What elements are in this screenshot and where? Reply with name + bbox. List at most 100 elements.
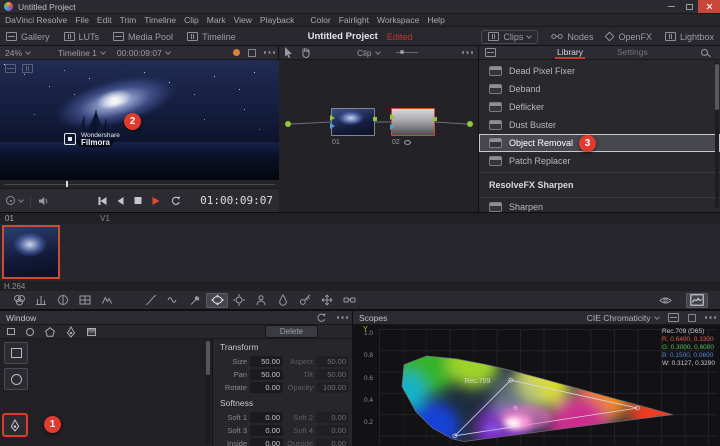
pan-value[interactable]: 50.00 — [250, 369, 283, 380]
node-02-alpha-input[interactable] — [390, 124, 395, 130]
cursor-tool-icon[interactable] — [284, 47, 293, 58]
viewer-canvas[interactable]: Wondershare Filmora 2 — [0, 60, 279, 180]
size-value[interactable]: 50.00 — [250, 356, 283, 367]
scope-layout-icon[interactable] — [668, 313, 679, 322]
square-window-icon[interactable] — [7, 328, 15, 335]
menu-item-mark[interactable]: Mark — [207, 15, 226, 25]
node-view-select[interactable]: Clip — [357, 48, 380, 58]
node-01-rgb-input[interactable] — [330, 115, 335, 121]
rotate-value[interactable]: 0.00 — [250, 382, 283, 393]
curves-icon[interactable] — [140, 293, 162, 308]
image-wipe-icon[interactable] — [22, 64, 33, 73]
library-scrollbar[interactable] — [715, 62, 719, 208]
opacity-value[interactable]: 100.00 — [316, 382, 349, 393]
scrollbar-thumb[interactable] — [206, 341, 210, 375]
close-button[interactable] — [698, 0, 720, 13]
menu-item-workspace[interactable]: Workspace — [377, 15, 419, 25]
viewer-settings-button[interactable] — [6, 196, 23, 205]
split-screen-icon[interactable] — [5, 64, 16, 73]
window-options-icon[interactable] — [337, 316, 340, 319]
curve-window-icon[interactable] — [66, 326, 76, 338]
tracker-icon[interactable] — [228, 293, 250, 308]
aspect-value[interactable]: 50.00 — [316, 356, 349, 367]
node-02-output[interactable] — [433, 117, 437, 121]
timeline-clip-thumbnail[interactable] — [2, 225, 60, 279]
node-01-alpha-input[interactable] — [330, 123, 335, 129]
node-zoom-slider[interactable] — [396, 52, 418, 53]
media-pool-button[interactable]: Media Pool — [113, 32, 173, 42]
bypass-grades-icon[interactable] — [654, 293, 676, 308]
polygon-window-icon[interactable] — [45, 327, 55, 337]
stereo-3d-icon[interactable] — [338, 293, 360, 308]
blur-icon[interactable] — [272, 293, 294, 308]
menu-item-fairlight[interactable]: Fairlight — [339, 15, 369, 25]
sizing-icon[interactable] — [316, 293, 338, 308]
menu-item-color[interactable]: Color — [310, 15, 330, 25]
minimize-button[interactable] — [662, 0, 680, 13]
play-button[interactable] — [152, 197, 159, 205]
tab-settings[interactable]: Settings — [615, 46, 650, 59]
hue-curves-icon[interactable] — [162, 293, 184, 308]
scopes-toggle-icon[interactable] — [686, 293, 708, 308]
library-item[interactable]: Deband — [479, 80, 720, 98]
menu-item-playback[interactable]: Playback — [260, 15, 295, 25]
library-item-selected[interactable]: Object Removal 3 — [479, 134, 720, 152]
viewer-scrub-bar[interactable] — [0, 180, 279, 188]
power-window-icon[interactable] — [206, 293, 228, 308]
outside-value[interactable]: 0.00 — [316, 438, 349, 446]
scope-options-icon[interactable] — [705, 316, 708, 319]
clips-toggle-button[interactable]: Clips — [481, 30, 538, 44]
inside-value[interactable]: 0.00 — [250, 438, 283, 446]
luts-button[interactable]: LUTs — [64, 32, 100, 42]
play-reverse-button[interactable] — [117, 197, 123, 205]
viewer-options-menu-icon[interactable] — [264, 51, 267, 54]
library-item[interactable]: Sharpen — [479, 198, 720, 212]
soft4-value[interactable]: 0.00 — [316, 425, 349, 436]
soft3-value[interactable]: 0.00 — [250, 425, 283, 436]
openfx-toggle-button[interactable]: OpenFX — [606, 32, 652, 42]
node-02-selected[interactable] — [391, 108, 435, 136]
menu-item-file[interactable]: File — [75, 15, 89, 25]
menu-item-help[interactable]: Help — [427, 15, 444, 25]
reset-icon[interactable] — [316, 313, 327, 323]
viewer-zoom-select[interactable]: 24% — [5, 48, 30, 58]
soft2-value[interactable]: 0.00 — [316, 412, 349, 423]
gallery-button[interactable]: Gallery — [6, 32, 50, 42]
nodes-options-icon[interactable] — [462, 51, 465, 54]
primaries-bars-icon[interactable] — [30, 293, 52, 308]
window-preset-square-button[interactable] — [4, 342, 28, 364]
hand-tool-icon[interactable] — [301, 47, 311, 58]
effects-list-icon[interactable] — [485, 48, 496, 57]
scope-expand-icon[interactable] — [688, 314, 696, 322]
window-preset-pen-button[interactable] — [3, 414, 27, 436]
nodes-toggle-button[interactable]: Nodes — [551, 32, 593, 42]
library-item[interactable]: Patch Replacer — [479, 152, 720, 170]
library-item[interactable]: Dead Pixel Fixer — [479, 62, 720, 80]
timeline-track[interactable] — [0, 224, 720, 281]
audio-mute-icon[interactable] — [38, 196, 50, 206]
menu-item-edit[interactable]: Edit — [97, 15, 112, 25]
motion-effects-icon[interactable] — [96, 293, 118, 308]
hdr-grade-icon[interactable] — [52, 293, 74, 308]
node-02-rgb-input[interactable] — [390, 114, 395, 120]
color-wheels-icon[interactable] — [8, 293, 30, 308]
menu-item-clip[interactable]: Clip — [184, 15, 199, 25]
delete-window-button[interactable]: Delete — [265, 325, 318, 338]
scope-mode-select[interactable]: CIE Chromaticity — [587, 313, 659, 323]
playhead[interactable] — [66, 181, 68, 187]
node-01[interactable] — [331, 108, 375, 136]
loop-button[interactable] — [170, 196, 181, 206]
qualifier-icon[interactable] — [184, 293, 206, 308]
menu-item-view[interactable]: View — [234, 15, 252, 25]
first-frame-button[interactable] — [98, 197, 106, 205]
viewer-header-timecode[interactable]: 00:00:09:07 — [117, 48, 170, 58]
viewer-timeline-select[interactable]: Timeline 1 — [58, 48, 105, 58]
lightbox-toggle-button[interactable]: Lightbox — [665, 32, 714, 42]
stop-button[interactable] — [134, 197, 141, 204]
window-list-scrollbar[interactable] — [206, 341, 210, 443]
node-01-output[interactable] — [373, 117, 377, 121]
circle-window-icon[interactable] — [26, 328, 34, 336]
menu-item-timeline[interactable]: Timeline — [144, 15, 176, 25]
window-preset-circle-button[interactable] — [4, 368, 28, 390]
menu-item-trim[interactable]: Trim — [120, 15, 137, 25]
